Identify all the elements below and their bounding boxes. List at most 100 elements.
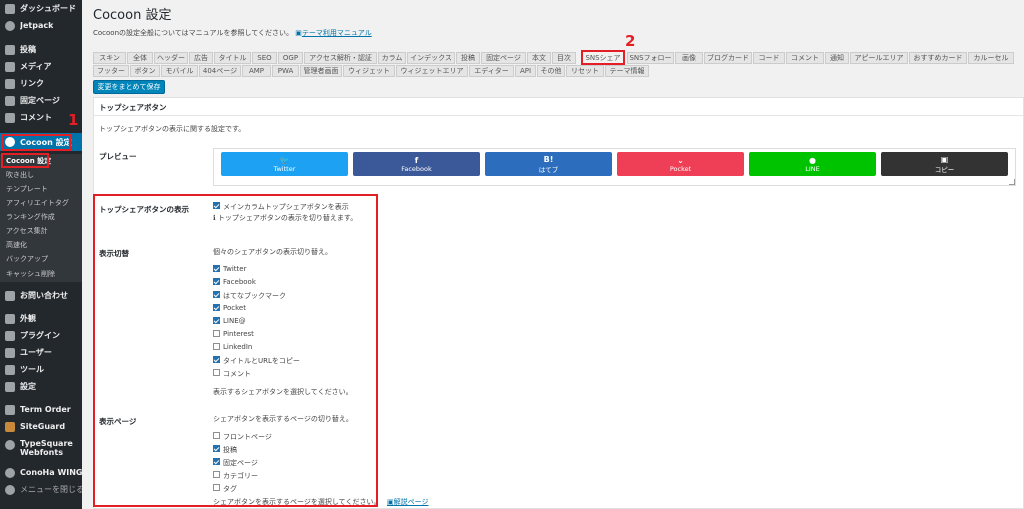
checkbox-category[interactable] xyxy=(213,471,220,478)
highlight-box-1 xyxy=(1,134,71,151)
help-link-icon: ▣ xyxy=(387,498,394,506)
checkbox-post[interactable] xyxy=(213,445,220,452)
checkbox-page[interactable] xyxy=(213,458,220,465)
tab-body[interactable]: 本文 xyxy=(527,52,551,64)
sidebar-item-posts[interactable]: 投稿 xyxy=(0,41,82,58)
tab-recommended-cards[interactable]: おすすめカード xyxy=(909,52,967,64)
checkbox-tag[interactable] xyxy=(213,484,220,491)
collapse-menu-button[interactable]: メニューを閉じる xyxy=(0,481,82,498)
share-button-copy[interactable]: ▣ コピー xyxy=(881,152,1008,176)
sidebar-item-plugins[interactable]: プラグイン xyxy=(0,327,82,344)
checkbox-linkedin[interactable] xyxy=(213,343,220,350)
share-button-line[interactable]: ● LINE xyxy=(749,152,876,176)
sidebar-item-media[interactable]: メディア xyxy=(0,58,82,75)
sidebar-item-contact[interactable]: お問い合わせ xyxy=(0,287,82,304)
checkbox-twitter[interactable] xyxy=(213,265,220,272)
tab-api[interactable]: API xyxy=(515,65,536,77)
tab-reset[interactable]: リセット xyxy=(566,65,604,77)
submenu-balloon[interactable]: 吹き出し xyxy=(0,168,82,182)
display-checkbox[interactable] xyxy=(213,202,220,209)
tab-seo[interactable]: SEO xyxy=(252,52,277,64)
sidebar-item-users[interactable]: ユーザー xyxy=(0,344,82,361)
tab-column[interactable]: カラム xyxy=(378,52,406,64)
checkbox-front-page[interactable] xyxy=(213,432,220,439)
checkbox-copy[interactable] xyxy=(213,356,220,363)
tab-ogp[interactable]: OGP xyxy=(278,52,303,64)
checkbox-line-label: LINE@ xyxy=(223,317,246,325)
sidebar-item-appearance[interactable]: 外観 xyxy=(0,310,82,327)
submenu-template[interactable]: テンプレート xyxy=(0,182,82,196)
tab-index[interactable]: インデックス xyxy=(407,52,455,64)
link-icon xyxy=(5,78,15,89)
submenu-ranking[interactable]: ランキング作成 xyxy=(0,210,82,224)
tab-admin[interactable]: 管理者画面 xyxy=(300,65,342,77)
tab-header[interactable]: ヘッダー xyxy=(154,52,188,64)
tab-analytics[interactable]: アクセス解析・認証 xyxy=(304,52,377,64)
sidebar-item-siteguard[interactable]: SiteGuard xyxy=(0,418,82,435)
tab-widget-area[interactable]: ウィジェットエリア xyxy=(396,65,468,77)
tab-general[interactable]: 全体 xyxy=(127,52,153,64)
tab-ads[interactable]: 広告 xyxy=(189,52,213,64)
help-page-link[interactable]: ▣解説ページ xyxy=(387,497,429,507)
tab-amp[interactable]: AMP xyxy=(242,65,271,77)
tab-title[interactable]: タイトル xyxy=(214,52,251,64)
checkbox-tag-label: タグ xyxy=(223,485,237,493)
share-button-hatena[interactable]: B! はてブ xyxy=(485,152,612,176)
admin-sidebar: ダッシュボード Jetpack 投稿 メディア リンク 固定ページ コメント C… xyxy=(0,0,82,509)
section-title: トップシェアボタン xyxy=(99,103,167,112)
collapse-icon xyxy=(5,484,15,495)
tab-404[interactable]: 404ページ xyxy=(199,65,241,77)
tab-theme-info[interactable]: テーマ情報 xyxy=(605,65,649,77)
tab-button[interactable]: ボタン xyxy=(130,65,160,77)
sidebar-item-typesquare[interactable]: TypeSquare Webfonts xyxy=(0,437,82,461)
tab-notice[interactable]: 通知 xyxy=(825,52,849,64)
checkbox-line[interactable] xyxy=(213,317,220,324)
submenu-affiliate-tag[interactable]: アフィリエイトタグ xyxy=(0,196,82,210)
sidebar-item-jetpack[interactable]: Jetpack xyxy=(0,17,82,34)
sidebar-item-conoha-wing[interactable]: ConoHa WING xyxy=(0,464,82,481)
tab-mobile[interactable]: モバイル xyxy=(161,65,198,77)
tab-sns-share[interactable]: SNSシェア xyxy=(581,50,625,65)
tab-skin[interactable]: スキン xyxy=(93,52,126,64)
submenu-access-stats[interactable]: アクセス集計 xyxy=(0,224,82,238)
resize-handle[interactable] xyxy=(1009,179,1015,185)
tab-blog-card[interactable]: ブログカード xyxy=(704,52,752,64)
checkbox-facebook[interactable] xyxy=(213,278,220,285)
tab-editor[interactable]: エディター xyxy=(469,65,514,77)
checkbox-comment[interactable] xyxy=(213,369,220,376)
checkbox-pinterest[interactable] xyxy=(213,330,220,337)
tab-sns-follow[interactable]: SNSフォロー xyxy=(627,52,674,64)
dashboard-icon xyxy=(5,3,15,14)
sidebar-item-pages[interactable]: 固定ページ xyxy=(0,92,82,109)
tab-toc[interactable]: 目次 xyxy=(552,52,576,64)
sidebar-item-tools[interactable]: ツール xyxy=(0,361,82,378)
share-button-facebook[interactable]: f Facebook xyxy=(353,152,480,176)
submenu-speedup[interactable]: 高速化 xyxy=(0,238,82,252)
tab-post[interactable]: 投稿 xyxy=(456,52,480,64)
sidebar-item-term-order[interactable]: Term Order xyxy=(0,401,82,418)
tab-other[interactable]: その他 xyxy=(537,65,565,77)
sidebar-item-links[interactable]: リンク xyxy=(0,75,82,92)
submenu-cache-clear[interactable]: キャッシュ削除 xyxy=(0,266,82,282)
sidebar-item-settings[interactable]: 設定 xyxy=(0,378,82,395)
tab-code[interactable]: コード xyxy=(753,52,785,64)
tab-appeal-area[interactable]: アピールエリア xyxy=(850,52,908,64)
checkbox-pocket[interactable] xyxy=(213,304,220,311)
checkbox-hatena[interactable] xyxy=(213,291,220,298)
checkbox-page-label: 固定ページ xyxy=(223,459,258,467)
tab-page[interactable]: 固定ページ xyxy=(481,52,526,64)
wrench-icon xyxy=(5,364,15,375)
sidebar-item-dashboard[interactable]: ダッシュボード xyxy=(0,0,82,17)
tab-carousel[interactable]: カルーセル xyxy=(968,52,1014,64)
list-icon xyxy=(5,404,15,415)
manual-link[interactable]: テーマ利用マニュアル xyxy=(302,29,372,37)
save-all-button[interactable]: 変更をまとめて保存 xyxy=(93,80,165,94)
tab-comment[interactable]: コメント xyxy=(786,52,824,64)
tab-image[interactable]: 画像 xyxy=(675,52,703,64)
tab-footer[interactable]: フッター xyxy=(93,65,129,77)
share-button-pocket[interactable]: ⌄ Pocket xyxy=(617,152,744,176)
share-button-twitter[interactable]: 🐦 Twitter xyxy=(221,152,348,176)
submenu-backup[interactable]: バックアップ xyxy=(0,252,82,266)
tab-pwa[interactable]: PWA xyxy=(272,65,299,77)
tab-widget[interactable]: ウィジェット xyxy=(343,65,395,77)
